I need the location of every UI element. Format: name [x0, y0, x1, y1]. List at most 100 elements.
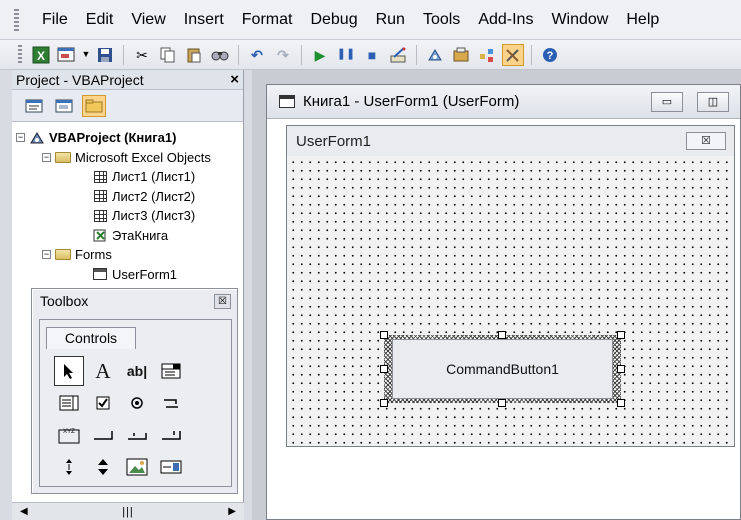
togglebutton-icon[interactable] — [156, 388, 186, 418]
menu-run[interactable]: Run — [367, 7, 414, 33]
close-icon[interactable]: × — [230, 71, 239, 88]
collapse-icon[interactable]: − — [16, 133, 25, 143]
listbox-icon[interactable] — [54, 388, 84, 418]
menu-edit[interactable]: Edit — [77, 7, 123, 33]
resize-handle[interactable] — [380, 365, 388, 373]
menu-insert[interactable]: Insert — [175, 7, 233, 33]
tree-label: Forms — [75, 247, 112, 263]
menu-view[interactable]: View — [122, 7, 174, 33]
toolbar-separator — [123, 44, 124, 65]
undo-icon[interactable]: ↶ — [246, 44, 268, 66]
collapse-icon[interactable]: − — [42, 250, 51, 260]
project-explorer-title: Project - VBAProject — [16, 71, 144, 88]
userform-icon — [92, 267, 108, 281]
toolbar-grip[interactable] — [18, 44, 22, 65]
commandbutton-icon[interactable] — [88, 420, 118, 450]
design-mode-icon[interactable] — [387, 44, 409, 66]
dropdown-arrow-icon[interactable]: ▼ — [82, 44, 91, 66]
svg-text:X: X — [37, 49, 45, 63]
optionbutton-icon[interactable] — [122, 388, 152, 418]
toolbox-title: Toolbox — [40, 293, 89, 309]
find-icon[interactable] — [209, 44, 231, 66]
multipage-icon[interactable] — [156, 420, 186, 450]
project-explorer-icon[interactable] — [424, 44, 446, 66]
tree-node-sheet1[interactable]: Лист1 (Лист1) — [12, 167, 243, 187]
resize-handle[interactable] — [617, 331, 625, 339]
scroll-left-icon[interactable]: ◀ — [20, 506, 28, 517]
excel-icon[interactable]: X — [30, 44, 52, 66]
toggle-folders-icon[interactable] — [82, 94, 106, 117]
tree-node-forms[interactable]: − Forms — [12, 245, 243, 265]
toolbox-window[interactable]: Toolbox ☒ Controls A ab| XYZ — [31, 288, 238, 494]
spinbutton-icon[interactable] — [88, 452, 118, 482]
checkbox-icon[interactable] — [88, 388, 118, 418]
collapse-icon[interactable]: − — [42, 152, 51, 162]
view-object-icon[interactable] — [52, 95, 76, 117]
tree-node-sheet2[interactable]: Лист2 (Лист2) — [12, 187, 243, 207]
close-icon[interactable]: ☒ — [686, 132, 726, 150]
tree-node-thisworkbook[interactable]: ЭтаКнига — [12, 226, 243, 246]
vbaproject-icon — [29, 131, 45, 145]
menu-file[interactable]: File — [33, 7, 77, 33]
userform-caption: UserForm1 — [296, 132, 372, 150]
frame-icon[interactable]: XYZ — [54, 420, 84, 450]
menu-format[interactable]: Format — [233, 7, 302, 33]
tree-node-vbaproject[interactable]: − VBAProject (Книга1) — [12, 128, 243, 148]
toolbox-titlebar[interactable]: Toolbox ☒ — [32, 289, 237, 313]
close-icon[interactable]: ☒ — [214, 293, 231, 309]
commandbutton1[interactable]: CommandButton1 — [392, 339, 613, 399]
break-icon[interactable]: ❚❚ — [335, 44, 357, 66]
object-browser-icon[interactable] — [476, 44, 498, 66]
worksheet-icon — [92, 170, 108, 184]
help-icon[interactable]: ? — [539, 44, 561, 66]
combobox-icon[interactable] — [156, 356, 186, 386]
resize-handle[interactable] — [498, 331, 506, 339]
properties-icon[interactable] — [450, 44, 472, 66]
toolbox-icon[interactable] — [502, 43, 524, 66]
resize-handle[interactable] — [498, 399, 506, 407]
view-code-icon[interactable] — [22, 95, 46, 117]
tab-controls[interactable]: Controls — [46, 327, 136, 349]
menu-window[interactable]: Window — [542, 7, 617, 33]
menu-tools[interactable]: Tools — [414, 7, 469, 33]
tree-label: Лист2 (Лист2) — [112, 188, 196, 204]
textbox-icon[interactable]: ab| — [122, 356, 152, 386]
copy-icon[interactable] — [157, 44, 179, 66]
menu-add-ins[interactable]: Add-Ins — [469, 7, 542, 33]
redo-icon[interactable]: ↷ — [272, 44, 294, 66]
tree-node-sheet3[interactable]: Лист3 (Лист3) — [12, 206, 243, 226]
userform-titlebar[interactable]: UserForm1 ☒ — [287, 126, 734, 156]
select-objects-icon[interactable] — [54, 356, 84, 386]
tree-label: Microsoft Excel Objects — [75, 149, 211, 165]
controls-grid: A ab| XYZ — [54, 356, 194, 482]
cut-icon[interactable]: ✂ — [131, 44, 153, 66]
image-icon[interactable] — [122, 452, 152, 482]
paste-icon[interactable] — [183, 44, 205, 66]
toolbar-separator — [301, 44, 302, 65]
menu-debug[interactable]: Debug — [301, 7, 366, 33]
tree-label: Лист1 (Лист1) — [112, 169, 196, 185]
menubar-grip[interactable] — [14, 8, 19, 31]
tree-node-excel-objects[interactable]: − Microsoft Excel Objects — [12, 148, 243, 168]
resize-handle[interactable] — [380, 399, 388, 407]
resize-handle[interactable] — [380, 331, 388, 339]
run-icon[interactable]: ▶ — [309, 44, 331, 66]
scroll-thumb-icon[interactable]: ||| — [122, 506, 134, 518]
scrollbar-icon[interactable] — [54, 452, 84, 482]
standard-toolbar: X ▼ ✂ ↶ ↷ ▶ ❚❚ ■ ? — [0, 40, 741, 70]
resize-handle[interactable] — [617, 399, 625, 407]
tabstrip-icon[interactable] — [122, 420, 152, 450]
project-horizontal-scrollbar[interactable]: ◀ ||| ▶ — [12, 502, 244, 520]
menu-help[interactable]: Help — [617, 7, 668, 33]
restore-button[interactable]: ◫ — [697, 92, 729, 112]
tree-node-userform1[interactable]: UserForm1 — [12, 265, 243, 285]
reset-icon[interactable]: ■ — [361, 44, 383, 66]
insert-userform-icon[interactable] — [56, 44, 78, 66]
minimize-button[interactable]: ▭ — [651, 92, 683, 112]
label-icon[interactable]: A — [88, 356, 118, 386]
refedit-icon[interactable] — [156, 452, 186, 482]
scroll-right-icon[interactable]: ▶ — [228, 506, 236, 517]
project-explorer-titlebar: Project - VBAProject × — [12, 70, 243, 90]
resize-handle[interactable] — [617, 365, 625, 373]
save-icon[interactable] — [94, 44, 116, 66]
